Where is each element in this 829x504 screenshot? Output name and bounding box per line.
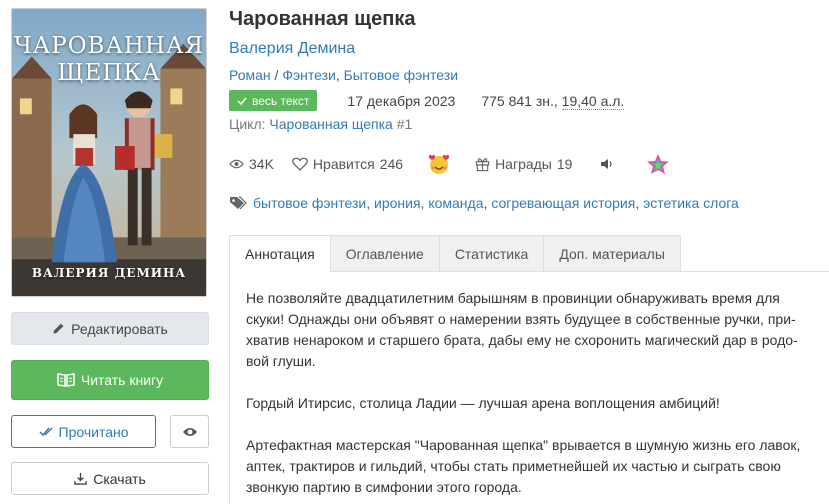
premium-star-button[interactable] [646,153,670,175]
tags-list: бытовое фэнтези, ирония, команда, согрев… [229,195,739,211]
annotation-paragraph: Гордый Итирсис, столица Ладии — лучшая а… [246,395,720,411]
gift-icon [475,157,490,171]
mark-read-label: Прочитано [58,423,129,440]
annotation-paragraph: Не позволяйте двадцатилетним барышням в … [246,290,798,369]
cycle-number: #1 [392,116,413,132]
open-book-icon [57,373,75,387]
stats-bar: 34K Нравится 246 Награды 19 [229,152,670,176]
cycle: Цикл: Чарованная щепка #1 [229,116,413,132]
reaction-emoji-button[interactable] [427,153,451,175]
publish-date: 17 декабря 2023 [347,92,456,109]
awards-button[interactable]: Награды 19 [475,156,572,172]
read-book-label: Читать книгу [80,372,164,388]
tab-annotation[interactable]: Аннотация [229,235,331,272]
read-book-button[interactable]: Читать книгу [11,360,209,400]
download-icon [74,472,88,485]
genre-separator: / [270,67,283,83]
book-cover[interactable]: ЧАРОВАННАЯ ЩЕПКА ВАЛЕРИЯ ДЕМИНА [11,8,207,297]
tag-link[interactable]: эстетика слога [643,195,739,211]
rainbow-star-icon [647,154,670,174]
tag-link[interactable]: бытовое фэнтези [253,195,366,211]
audio-button[interactable] [600,158,614,170]
annotation-panel: Не позволяйте двадцатилетним барышням в … [229,271,829,504]
double-check-icon [38,426,53,436]
tab-statistics[interactable]: Статистика [438,235,545,272]
tags-icon [230,196,247,210]
like-button[interactable]: Нравится 246 [292,156,403,172]
speaker-icon [601,159,613,169]
cycle-link[interactable]: Чарованная щепка [269,116,392,132]
eye-icon [229,159,244,169]
edit-button-label: Редактировать [71,320,168,337]
book-title: Чарованная щепка [229,8,416,30]
download-label: Скачать [93,470,146,487]
genre-link[interactable]: Бытовое фэнтези [344,67,458,83]
book-size: 775 841 зн., 19,40 а.л. [481,92,625,110]
check-icon [237,97,247,105]
views-stat: 34K [229,156,274,172]
book-tabs: Аннотация Оглавление Статистика Доп. мат… [229,235,681,272]
genre-form-link[interactable]: Роман [229,67,271,83]
watch-button[interactable] [170,415,209,448]
author-link[interactable]: Валерия Демина [229,40,355,58]
mark-read-button[interactable]: Прочитано [11,415,156,448]
status-badge: весь текст [229,90,318,111]
eye-icon [182,427,197,436]
tag-link[interactable]: согревающая история [491,195,635,211]
tab-contents[interactable]: Оглавление [329,235,440,272]
genres: Роман / Фэнтези, Бытовое фэнтези [229,67,459,83]
cover-title: ЧАРОВАННАЯ ЩЕПКА [14,33,204,86]
book-meta: весь текст 17 декабря 2023 775 841 зн., … [229,90,625,111]
author-sheets: 19,40 а.л. [561,92,625,110]
tag-link[interactable]: команда [428,195,483,211]
genre-link[interactable]: Фэнтези [282,67,336,83]
heart-face-emoji-icon [428,154,450,174]
tab-extra-materials[interactable]: Доп. материалы [543,235,681,272]
annotation-paragraph: Артефактная мастерская "Чарованная щепка… [246,437,801,495]
pencil-icon [53,323,64,334]
tag-link[interactable]: ирония [374,195,421,211]
edit-button[interactable]: Редактировать [11,312,209,345]
download-button[interactable]: Скачать [11,462,209,495]
cover-author: ВАЛЕРИЯ ДЕМИНА [31,266,187,280]
heart-icon [292,157,308,171]
